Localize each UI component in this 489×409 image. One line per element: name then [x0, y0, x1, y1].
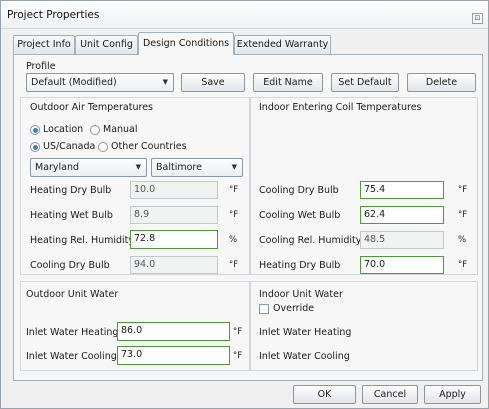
indoor-water-title: Indoor Unit Water	[259, 289, 343, 300]
outdoor-heating-rel-humidity-input[interactable]: 72.8	[130, 230, 218, 249]
radio-manual-label: Manual	[103, 124, 138, 135]
project-properties-window: Project Properties ⊡ Project Info Unit C…	[0, 0, 489, 409]
ok-button[interactable]: OK	[293, 385, 356, 404]
outdoor-heating-dry-bulb-field: 10.0	[130, 181, 218, 199]
apply-button[interactable]: Apply	[424, 385, 481, 404]
outdoor-heating-wet-bulb-label: Heating Wet Bulb	[30, 210, 113, 221]
outdoor-heating-wet-bulb-field: 8.9	[130, 206, 218, 224]
profile-edit-name-button[interactable]: Edit Name	[253, 73, 323, 92]
indoor-cooling-dry-bulb-input[interactable]: 75.4	[360, 181, 444, 199]
profile-save-button[interactable]: Save	[181, 73, 245, 92]
outdoor-cooling-dry-bulb-field: 94.0	[130, 256, 218, 274]
outdoor-cooling-dry-bulb-unit: °F	[229, 260, 239, 270]
radio-location-label: Location	[43, 124, 84, 135]
radio-us-canada-label: US/Canada	[43, 141, 96, 152]
outdoor-air-title: Outdoor Air Temperatures	[30, 102, 153, 113]
indoor-heating-dry-bulb-unit: °F	[458, 260, 468, 270]
tab-unit-config[interactable]: Unit Config	[75, 35, 138, 54]
state-dropdown[interactable]: Maryland ▼	[30, 158, 147, 177]
indoor-inlet-water-cooling-label: Inlet Water Cooling	[259, 351, 350, 362]
profile-selected: Default (Modified)	[31, 77, 117, 88]
indoor-cooling-dry-bulb-label: Cooling Dry Bulb	[259, 185, 339, 196]
chevron-down-icon: ▼	[231, 163, 237, 171]
indoor-cooling-rel-humidity-field: 48.5	[360, 231, 444, 249]
indoor-coil-title: Indoor Entering Coil Temperatures	[259, 102, 422, 113]
indoor-heating-dry-bulb-input[interactable]: 70.0	[360, 256, 444, 274]
indoor-inlet-water-heating-label: Inlet Water Heating	[259, 327, 352, 338]
outdoor-cooling-dry-bulb-label: Cooling Dry Bulb	[30, 260, 110, 271]
radio-us-canada[interactable]	[30, 142, 40, 152]
restore-icon[interactable]: ⊡	[472, 13, 483, 24]
outdoor-heating-dry-bulb-label: Heating Dry Bulb	[30, 185, 112, 196]
chevron-down-icon: ▼	[162, 78, 168, 86]
outdoor-heating-rel-humidity-unit: %	[229, 235, 238, 245]
inlet-water-cooling-unit: °F	[233, 351, 243, 361]
chevron-down-icon: ▼	[135, 163, 141, 171]
outdoor-heating-wet-bulb-unit: °F	[229, 210, 239, 220]
outdoor-water-title: Outdoor Unit Water	[26, 289, 119, 300]
profile-label: Profile	[26, 61, 56, 72]
radio-other-countries[interactable]	[98, 142, 108, 152]
indoor-cooling-wet-bulb-unit: °F	[458, 210, 468, 220]
inlet-water-cooling-label: Inlet Water Cooling	[26, 351, 117, 362]
inlet-water-heating-input[interactable]: 86.0	[117, 322, 230, 341]
title-bar: Project Properties ⊡	[1, 1, 488, 29]
outdoor-heating-dry-bulb-unit: °F	[229, 185, 239, 195]
tab-project-info[interactable]: Project Info	[13, 35, 75, 54]
city-selected: Baltimore	[156, 162, 202, 173]
city-dropdown[interactable]: Baltimore ▼	[151, 158, 243, 177]
profile-delete-button[interactable]: Delete	[407, 73, 476, 92]
indoor-heating-dry-bulb-label: Heating Dry Bulb	[259, 260, 341, 271]
cancel-button[interactable]: Cancel	[362, 385, 418, 404]
override-label: Override	[273, 303, 315, 314]
indoor-cooling-wet-bulb-label: Cooling Wet Bulb	[259, 210, 341, 221]
profile-dropdown[interactable]: Default (Modified) ▼	[26, 73, 174, 92]
indoor-cooling-wet-bulb-input[interactable]: 62.4	[360, 206, 444, 224]
inlet-water-cooling-input[interactable]: 73.0	[117, 346, 230, 365]
outdoor-heating-rel-humidity-label: Heating Rel. Humidity	[30, 235, 135, 246]
tab-extended-warranty[interactable]: Extended Warranty	[234, 35, 331, 54]
indoor-cooling-rel-humidity-label: Cooling Rel. Humidity	[259, 235, 362, 246]
radio-location[interactable]	[30, 125, 40, 135]
radio-other-countries-label: Other Countries	[111, 141, 187, 152]
tab-design-conditions[interactable]: Design Conditions	[138, 32, 234, 55]
override-checkbox[interactable]	[259, 304, 269, 314]
indoor-cooling-dry-bulb-unit: °F	[458, 185, 468, 195]
window-title: Project Properties	[7, 9, 100, 21]
inlet-water-heating-unit: °F	[233, 327, 243, 337]
radio-manual[interactable]	[90, 125, 100, 135]
state-selected: Maryland	[35, 162, 80, 173]
indoor-cooling-rel-humidity-unit: %	[458, 235, 467, 245]
profile-set-default-button[interactable]: Set Default	[331, 73, 399, 92]
inlet-water-heating-label: Inlet Water Heating	[26, 327, 119, 338]
